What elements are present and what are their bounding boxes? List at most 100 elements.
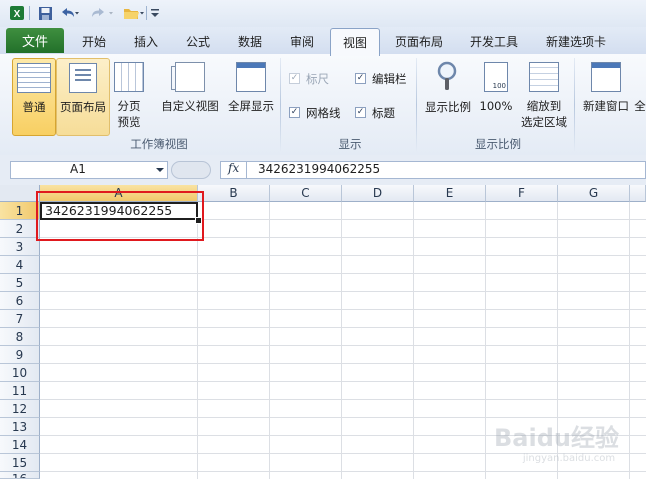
row-header-7[interactable]: 7 [0, 310, 40, 328]
tab-developer[interactable]: 开发工具 [462, 30, 526, 52]
custom-views-icon [171, 62, 205, 92]
column-header-g[interactable]: G [558, 185, 630, 202]
page-layout-label: 页面布局 [60, 100, 106, 114]
arrange-all-label: 全 [634, 99, 646, 113]
page-break-label-2: 预览 [117, 115, 141, 129]
row-header-2[interactable]: 2 [0, 220, 40, 238]
column-header-e[interactable]: E [414, 185, 486, 202]
row-header-5[interactable]: 5 [0, 274, 40, 292]
row-header-4[interactable]: 4 [0, 256, 40, 274]
gridlines-checkbox[interactable]: ✓ [289, 107, 300, 118]
sheet-row [40, 274, 646, 292]
qat-separator [29, 6, 30, 20]
zoom-to-selection-button[interactable]: 缩放到 选定区域 [518, 58, 570, 134]
zoom-100-label: 100% [479, 99, 513, 113]
select-all-corner[interactable] [0, 185, 40, 202]
qat-separator [146, 6, 147, 20]
custom-views-button[interactable]: 自定义视图 [158, 58, 222, 134]
page-break-label-1: 分页 [117, 99, 141, 113]
watermark-text: Baidu经验 [494, 424, 619, 452]
name-box[interactable] [10, 161, 168, 179]
group-label-zoom: 显示比例 [475, 137, 521, 151]
headings-label: 标题 [372, 106, 395, 120]
tab-view[interactable]: 视图 [330, 28, 380, 56]
row-header-13[interactable]: 13 [0, 418, 40, 436]
zoom-selection-label-2: 选定区域 [521, 115, 567, 129]
new-window-label: 新建窗口 [583, 99, 629, 113]
row-header-1[interactable]: 1 [0, 202, 40, 220]
sheet-row [40, 328, 646, 346]
name-box-value: A1 [70, 162, 86, 176]
formula-bar-label: 编辑栏 [372, 72, 407, 86]
tab-file[interactable]: 文件 [6, 28, 64, 53]
insert-function-icon[interactable]: fx [228, 161, 239, 175]
watermark-subtext: jingyan.baidu.com [522, 453, 616, 464]
new-window-button[interactable]: 新建窗口 [580, 58, 632, 134]
group-separator [416, 58, 417, 152]
sheet-row [40, 364, 646, 382]
column-header-f[interactable]: F [486, 185, 558, 202]
page-break-preview-button[interactable]: 分页 预览 [110, 58, 148, 134]
row-header-9[interactable]: 9 [0, 346, 40, 364]
page-layout-view-button[interactable]: 页面布局 [56, 58, 110, 136]
ruler-checkbox[interactable]: ✓ [289, 73, 300, 84]
ruler-label: 标尺 [306, 72, 329, 86]
name-box-dropdown-icon[interactable] [155, 164, 165, 178]
customize-qat-icon[interactable] [149, 4, 161, 22]
svg-text:X: X [14, 9, 21, 20]
zoom-selection-label-1: 缩放到 [526, 99, 562, 113]
tab-formulas[interactable]: 公式 [176, 30, 220, 52]
folder-icon[interactable] [122, 4, 146, 22]
row-header-10[interactable]: 10 [0, 364, 40, 382]
tab-new-tab[interactable]: 新建选项卡 [538, 30, 614, 52]
arrange-all-button[interactable]: 全 [634, 58, 646, 134]
zoom-100-icon: 100 [484, 62, 508, 92]
save-icon[interactable] [36, 4, 54, 22]
row-header-11[interactable]: 11 [0, 382, 40, 400]
full-screen-icon [236, 62, 266, 92]
tab-review[interactable]: 审阅 [280, 30, 324, 52]
tab-insert[interactable]: 插入 [124, 30, 168, 52]
quick-access-toolbar: X [0, 0, 646, 27]
formula-bar-checkbox[interactable]: ✓ [355, 73, 366, 84]
zoom-100-button[interactable]: 100 100% [478, 58, 514, 134]
zoom-button[interactable]: 显示比例 [422, 58, 474, 134]
row-header-15[interactable]: 15 [0, 454, 40, 472]
headings-checkbox[interactable]: ✓ [355, 107, 366, 118]
undo-icon[interactable] [58, 4, 80, 22]
tab-home[interactable]: 开始 [72, 30, 116, 52]
zoom-label: 显示比例 [425, 100, 471, 114]
sheet-row [40, 292, 646, 310]
row-header-8[interactable]: 8 [0, 328, 40, 346]
baidu-watermark: Baidu经验 jingyan.baidu.com [494, 418, 644, 478]
sheet-row [40, 382, 646, 400]
row-header-3[interactable]: 3 [0, 238, 40, 256]
zoom-to-selection-icon [529, 62, 559, 92]
redo-icon[interactable] [88, 4, 118, 22]
group-separator [280, 58, 281, 152]
column-header-b[interactable]: B [198, 185, 270, 202]
new-window-icon [591, 62, 621, 92]
group-separator [574, 58, 575, 152]
column-header-h[interactable] [630, 185, 646, 202]
group-label-show: 显示 [338, 137, 362, 151]
row-header-14[interactable]: 14 [0, 436, 40, 454]
normal-view-icon [17, 63, 51, 93]
group-label-workbook-views: 工作簿视图 [130, 137, 188, 151]
sheet-row [40, 346, 646, 364]
formula-content: 3426231994062255 [258, 162, 381, 176]
sheet-row [40, 400, 646, 418]
row-header-6[interactable]: 6 [0, 292, 40, 310]
full-screen-button[interactable]: 全屏显示 [224, 58, 278, 134]
row-header-16[interactable]: 16 [0, 472, 40, 479]
excel-logo-icon[interactable]: X [8, 4, 26, 22]
formula-splitter-handle[interactable] [171, 161, 211, 179]
normal-view-button[interactable]: 普通 [12, 58, 56, 136]
magnifier-icon [434, 60, 462, 95]
tab-data[interactable]: 数据 [228, 30, 272, 52]
row-header-12[interactable]: 12 [0, 400, 40, 418]
column-header-d[interactable]: D [342, 185, 414, 202]
column-header-c[interactable]: C [270, 185, 342, 202]
sheet-row [40, 310, 646, 328]
tab-page-layout[interactable]: 页面布局 [388, 30, 450, 52]
